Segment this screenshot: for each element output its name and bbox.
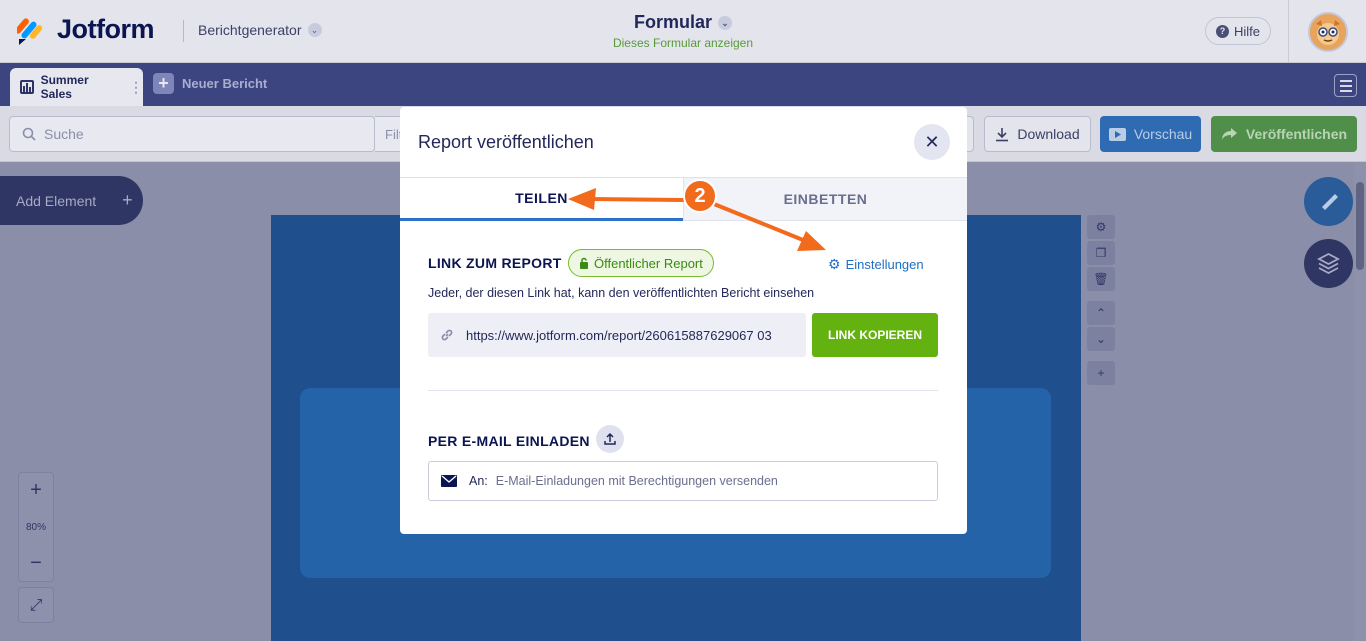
header-divider [1288,0,1289,63]
report-url-text: https://www.jotform.com/report/260615887… [466,327,772,343]
jotform-logo[interactable]: Jotform [15,14,155,45]
download-icon [996,127,1009,141]
add-element-button[interactable]: Add Element + [0,176,143,225]
form-title[interactable]: Formular ⌄ [634,12,732,33]
close-icon[interactable]: ✕ [914,124,950,160]
plus-icon: + [153,73,174,94]
app-root: Jotform Berichtgenerator ⌄ Formular ⌄ Di… [0,0,1366,641]
zoom-controls: + 80% − [18,472,54,582]
add-page-group: + [1087,361,1117,385]
download-label: Download [1017,126,1080,142]
link-section-title: LINK ZUM REPORT [428,255,562,271]
search-input[interactable]: Suche [9,116,375,152]
gear-icon[interactable]: ⚙ [1087,215,1115,239]
link-description: Jeder, der diesen Link hat, kann den ver… [428,286,815,300]
preview-button[interactable]: Vorschau [1100,116,1201,152]
generator-dropdown[interactable]: Berichtgenerator ⌄ [198,22,322,38]
page-side-tools: ⚙ ❐ 🗑 ⌃ ⌄ + [1087,215,1117,387]
lock-icon [580,257,588,269]
section-divider [428,390,938,391]
add-page-icon[interactable]: + [1087,361,1115,385]
help-button[interactable]: ? Hilfe [1205,17,1271,45]
play-icon [1108,127,1126,141]
upload-icon[interactable] [596,425,624,453]
public-report-label: Öffentlicher Report [594,255,703,271]
tab-label: Summer Sales [40,73,89,101]
chevron-down-icon: ⌄ [718,15,732,30]
download-button[interactable]: Download [984,116,1091,152]
report-icon [20,80,34,94]
tab-share[interactable]: TEILEN [400,178,683,221]
settings-label: Einstellungen [845,257,924,272]
menu-button[interactable] [1334,74,1357,97]
dialog-title: Report veröffentlichen [418,132,594,152]
generator-label: Berichtgenerator [198,22,302,38]
form-title-area[interactable]: Formular ⌄ Dieses Formular anzeigen [583,12,783,50]
email-placeholder: E-Mail-Einladungen mit Berechtigungen ve… [495,474,778,488]
view-form-link[interactable]: Dieses Formular anzeigen [583,36,783,50]
email-invite-field[interactable]: An: E-Mail-Einladungen mit Berechtigunge… [428,461,938,501]
jotform-logo-icon [15,15,45,45]
paint-brush-icon [1322,194,1338,210]
publish-button[interactable]: Veröffentlichen [1211,116,1357,152]
zoom-level: 80% [25,521,46,533]
hamburger-icon [1339,79,1352,82]
avatar[interactable] [1308,12,1348,52]
form-title-text: Formular [633,12,712,32]
gear-icon: ⚙ [828,256,841,272]
fullscreen-icon[interactable]: ⤢ [18,587,54,623]
duplicate-icon[interactable]: ❐ [1087,241,1115,265]
header-divider [183,20,184,42]
tab-summer-sales[interactable]: Summer Sales ⋮ [10,68,143,106]
help-icon: ? [1215,24,1229,38]
help-label: Hilfe [1233,23,1260,39]
chevron-down-icon[interactable]: ⌄ [1087,327,1115,351]
email-section-title: PER E-MAIL EINLADEN [428,433,590,449]
app-header: Jotform Berichtgenerator ⌄ Formular ⌄ Di… [0,0,1366,63]
zoom-in-icon[interactable]: + [30,479,42,502]
new-report-button[interactable]: + Neuer Bericht [153,73,267,94]
layers-icon [1317,252,1340,275]
link-icon [441,329,453,341]
envelope-icon [441,475,457,487]
tab-options-icon[interactable]: ⋮ [129,79,143,96]
email-to-label: An: [469,474,488,488]
copy-link-button[interactable]: LINK KOPIEREN [812,313,938,357]
publish-label: Veröffentlichen [1245,126,1348,142]
add-element-label: Add Element [16,192,97,209]
chevron-up-icon[interactable]: ⌃ [1087,301,1115,325]
search-placeholder: Suche [44,126,84,142]
public-report-badge[interactable]: Öffentlicher Report [568,249,714,277]
paint-brush-button[interactable] [1304,177,1353,226]
publish-report-dialog: Report veröffentlichen ✕ TEILEN EINBETTE… [400,107,967,534]
trash-icon[interactable]: 🗑 [1087,267,1115,291]
scrollbar-thumb[interactable] [1356,182,1364,270]
new-report-label: Neuer Bericht [182,76,268,91]
settings-link[interactable]: ⚙ Einstellungen [828,256,924,273]
plus-icon: + [122,190,133,210]
zoom-out-icon[interactable]: − [30,552,42,575]
page-order-controls: ⌃ ⌄ [1087,301,1117,351]
preview-label: Vorschau [1133,126,1193,142]
step-number-badge: 2 [683,179,717,213]
search-icon [22,127,36,141]
logo-text: Jotform [57,14,155,44]
tab-embed[interactable]: EINBETTEN [683,178,967,221]
report-url-field[interactable]: https://www.jotform.com/report/260615887… [428,313,806,357]
layers-button[interactable] [1304,239,1353,288]
share-arrow-icon [1221,128,1237,140]
chevron-down-icon: ⌄ [307,23,322,37]
